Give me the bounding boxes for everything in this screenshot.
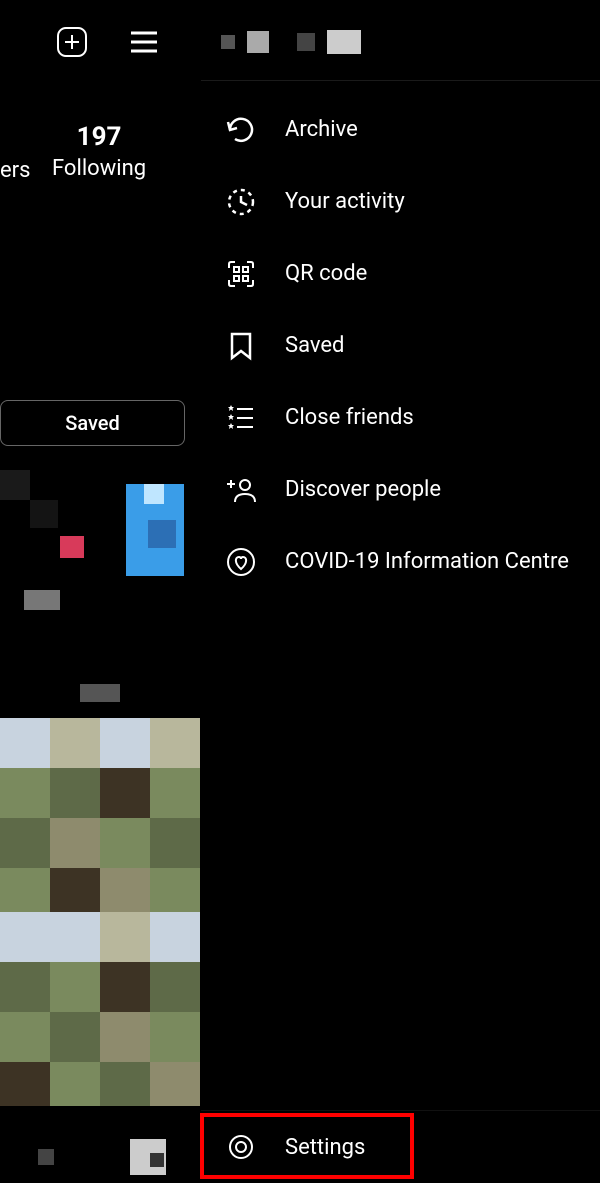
saved-button-label: Saved <box>65 411 120 435</box>
top-actions <box>52 22 164 62</box>
activity-icon <box>223 184 259 220</box>
hamburger-menu-icon[interactable] <box>124 22 164 62</box>
photo-grid <box>0 718 200 1106</box>
story-highlight-pixel <box>80 684 120 702</box>
story-highlight-pixel <box>24 590 60 610</box>
menu-item-your-activity[interactable]: Your activity <box>201 166 600 238</box>
menu-item-close-friends[interactable]: Close friends <box>201 382 600 454</box>
menu-label: Archive <box>285 116 358 144</box>
menu-item-archive[interactable]: Archive <box>201 94 600 166</box>
grid-photo[interactable] <box>0 718 200 912</box>
followers-label-partial: ers <box>0 158 30 183</box>
profile-background: ers 197 Following Saved <box>0 0 200 1183</box>
hamburger-drawer: Archive Your activity QR code <box>200 0 600 1183</box>
bottom-nav-pixel <box>38 1149 54 1165</box>
story-highlight-pixel <box>144 484 164 504</box>
menu-label: Discover people <box>285 476 441 504</box>
close-friends-icon <box>223 400 259 436</box>
menu-item-saved[interactable]: Saved <box>201 310 600 382</box>
following-count: 197 <box>52 122 146 152</box>
bottom-nav-avatar[interactable] <box>130 1139 166 1175</box>
menu-label: Close friends <box>285 404 414 432</box>
qr-icon <box>223 256 259 292</box>
menu-label: COVID-19 Information Centre <box>285 548 569 576</box>
archive-icon <box>223 112 259 148</box>
grid-photo[interactable] <box>0 912 200 1106</box>
menu-item-settings[interactable]: Settings <box>201 1110 600 1183</box>
settings-label: Settings <box>285 1135 365 1160</box>
menu-label: Your activity <box>285 188 405 216</box>
following-stat[interactable]: 197 Following <box>52 122 146 181</box>
create-button[interactable] <box>52 22 92 62</box>
account-name-pixelated[interactable] <box>221 30 361 54</box>
menu-label: QR code <box>285 260 367 288</box>
drawer-menu: Archive Your activity QR code <box>201 94 600 598</box>
menu-item-discover-people[interactable]: Discover people <box>201 454 600 526</box>
menu-item-qr-code[interactable]: QR code <box>201 238 600 310</box>
menu-label: Saved <box>285 332 344 360</box>
story-highlight-pixel <box>30 500 58 528</box>
story-highlight-pixel <box>60 536 84 558</box>
following-label: Following <box>52 156 146 181</box>
saved-button[interactable]: Saved <box>0 400 185 446</box>
story-highlight-pixel <box>148 520 176 548</box>
saved-icon <box>223 328 259 364</box>
settings-icon <box>223 1129 259 1165</box>
menu-item-covid-info[interactable]: COVID-19 Information Centre <box>201 526 600 598</box>
divider <box>201 80 600 81</box>
discover-people-icon <box>223 472 259 508</box>
heart-circle-icon <box>223 544 259 580</box>
story-highlight-pixel <box>0 470 30 500</box>
